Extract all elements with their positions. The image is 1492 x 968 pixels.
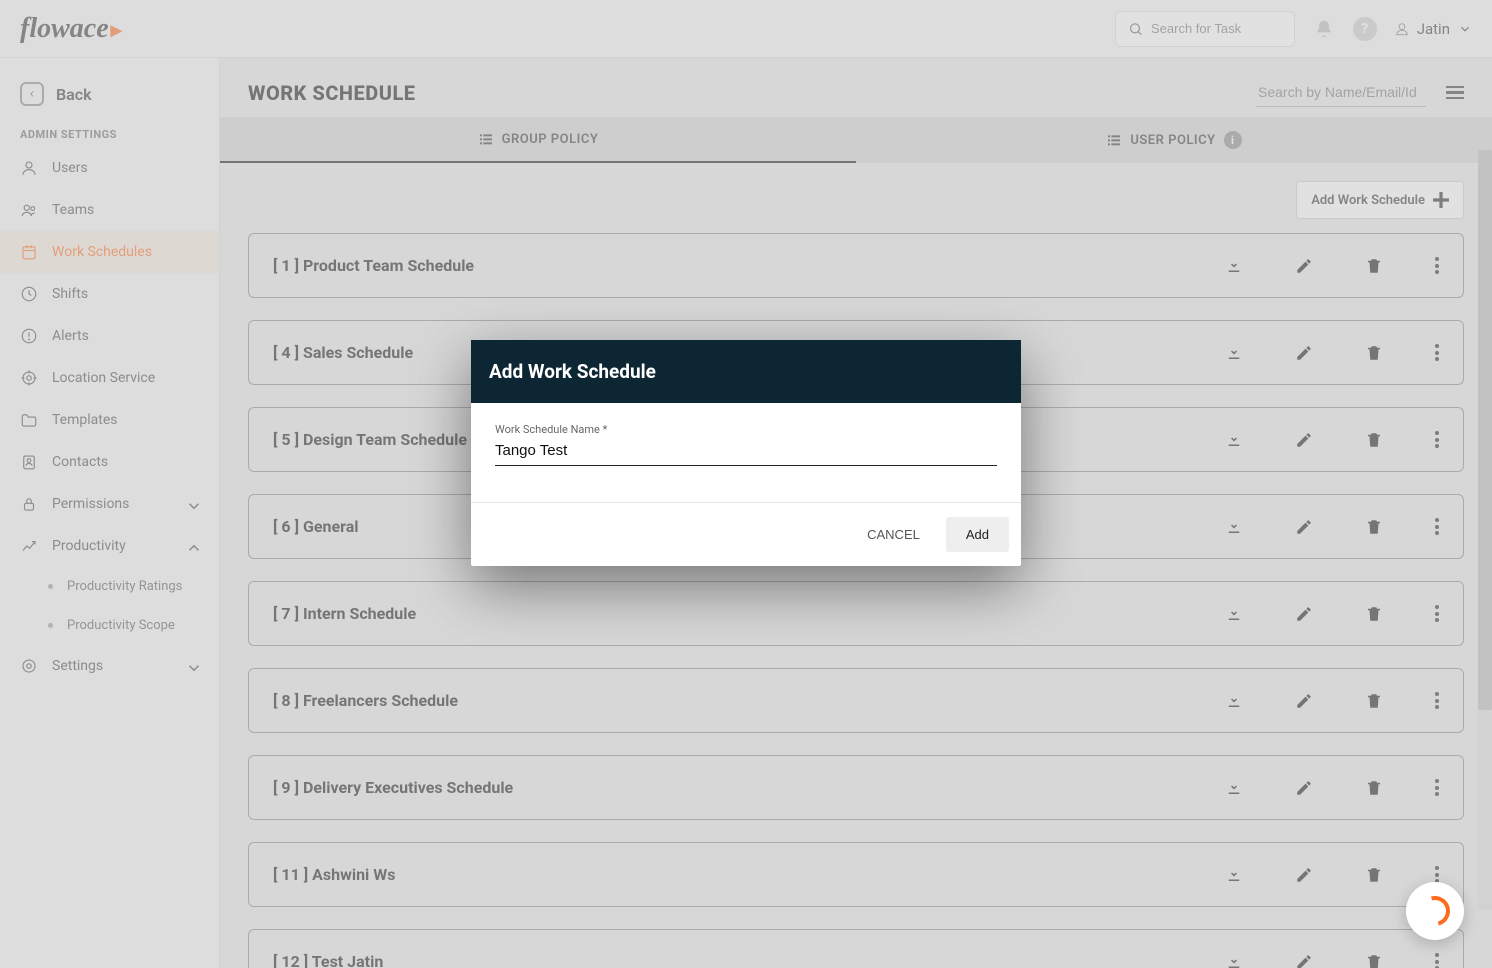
- floating-help-button[interactable]: [1406, 882, 1464, 940]
- modal-overlay: Add Work Schedule Work Schedule Name * C…: [0, 0, 1492, 968]
- add-schedule-modal: Add Work Schedule Work Schedule Name * C…: [471, 340, 1021, 566]
- modal-title: Add Work Schedule: [471, 340, 1021, 403]
- schedule-name-label: Work Schedule Name *: [495, 423, 997, 436]
- cancel-button[interactable]: CANCEL: [847, 517, 940, 552]
- flowace-icon: [1415, 891, 1456, 932]
- add-button[interactable]: Add: [946, 517, 1009, 552]
- schedule-name-input[interactable]: [495, 438, 997, 466]
